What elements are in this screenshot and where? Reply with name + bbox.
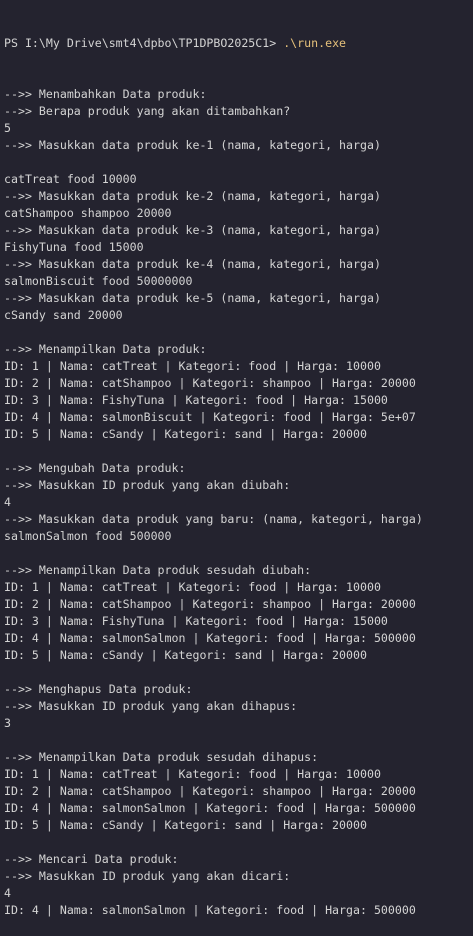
- output-line: ID: 2 | Nama: catShampoo | Kategori: sha…: [4, 784, 416, 798]
- output-line: ID: 5 | Nama: cSandy | Kategori: sand | …: [4, 427, 367, 441]
- output-line: -->> Menghapus Data produk:: [4, 682, 193, 696]
- output-line: -->> Masukkan data produk ke-5 (nama, ka…: [4, 291, 381, 305]
- output-line: ID: 4 | Nama: salmonBiscuit | Kategori: …: [4, 410, 416, 424]
- prompt: PS I:\My Drive\smt4\dpbo\TP1DPBO2025C1>: [4, 36, 284, 50]
- output-line: -->> Menambahkan Data produk:: [4, 87, 207, 101]
- output-line: ID: 3 | Nama: FishyTuna | Kategori: food…: [4, 393, 388, 407]
- output-line: ID: 1 | Nama: catTreat | Kategori: food …: [4, 767, 381, 781]
- output-line: 3: [4, 716, 11, 730]
- output-line: 4: [4, 886, 11, 900]
- output-line: -->> Mencari Data produk:: [4, 852, 179, 866]
- output-line: ID: 2 | Nama: catShampoo | Kategori: sha…: [4, 376, 416, 390]
- output-line: ID: 4 | Nama: salmonSalmon | Kategori: f…: [4, 631, 416, 645]
- output-line: ID: 4 | Nama: salmonSalmon | Kategori: f…: [4, 903, 416, 917]
- output-line: ID: 4 | Nama: salmonSalmon | Kategori: f…: [4, 801, 416, 815]
- output-line: catShampoo shampoo 20000: [4, 206, 172, 220]
- output-line: -->> Masukkan data produk ke-1 (nama, ka…: [4, 138, 381, 152]
- output-line: -->> Menampilkan Data produk:: [4, 342, 207, 356]
- output-line: ID: 5 | Nama: cSandy | Kategori: sand | …: [4, 648, 367, 662]
- output-line: -->> Masukkan ID produk yang akan diubah…: [4, 478, 291, 492]
- terminal-output[interactable]: PS I:\My Drive\smt4\dpbo\TP1DPBO2025C1> …: [0, 0, 473, 936]
- output-line: FishyTuna food 15000: [4, 240, 144, 254]
- output-line: -->> Mengubah Data produk:: [4, 461, 186, 475]
- output-line: ID: 1 | Nama: catTreat | Kategori: food …: [4, 359, 381, 373]
- output-line: ID: 1 | Nama: catTreat | Kategori: food …: [4, 580, 381, 594]
- output-line: ID: 3 | Nama: FishyTuna | Kategori: food…: [4, 614, 388, 628]
- output-line: -->> Masukkan data produk yang baru: (na…: [4, 512, 423, 526]
- output-line: -->> Berapa produk yang akan ditambahkan…: [4, 104, 291, 118]
- output-line: -->> Masukkan ID produk yang akan dicari…: [4, 869, 291, 883]
- command: .\run.exe: [283, 36, 347, 50]
- prompt-line: PS I:\My Drive\smt4\dpbo\TP1DPBO2025C1> …: [4, 35, 473, 52]
- output-line: -->> Masukkan data produk ke-4 (nama, ka…: [4, 257, 381, 271]
- output-line: salmonSalmon food 500000: [4, 529, 172, 543]
- output-line: ID: 2 | Nama: catShampoo | Kategori: sha…: [4, 597, 416, 611]
- output-line: catTreat food 10000: [4, 172, 137, 186]
- output-lines: -->> Menambahkan Data produk: -->> Berapa…: [4, 86, 473, 919]
- output-line: -->> Masukkan ID produk yang akan dihapu…: [4, 699, 298, 713]
- output-line: -->> Menampilkan Data produk sesudah diu…: [4, 563, 312, 577]
- output-line: -->> Masukkan data produk ke-3 (nama, ka…: [4, 223, 381, 237]
- output-line: ID: 5 | Nama: cSandy | Kategori: sand | …: [4, 818, 367, 832]
- output-line: 5: [4, 121, 11, 135]
- output-line: cSandy sand 20000: [4, 308, 123, 322]
- output-line: -->> Menampilkan Data produk sesudah dih…: [4, 750, 319, 764]
- output-line: -->> Masukkan data produk ke-2 (nama, ka…: [4, 189, 381, 203]
- output-line: salmonBiscuit food 50000000: [4, 274, 193, 288]
- output-line: 4: [4, 495, 11, 509]
